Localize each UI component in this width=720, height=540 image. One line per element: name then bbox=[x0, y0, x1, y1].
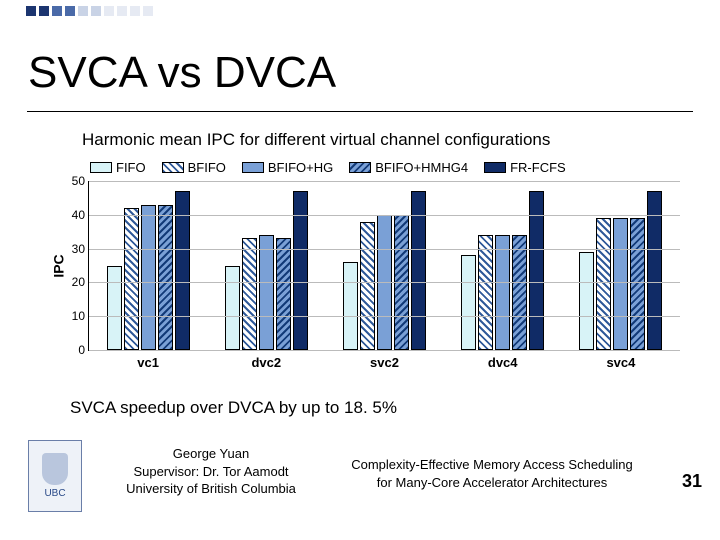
legend-swatch bbox=[484, 162, 506, 173]
bar bbox=[630, 218, 645, 350]
legend-swatch bbox=[90, 162, 112, 173]
plot-area: IPC vc1dvc2svc2dvc4svc4 01020304050 bbox=[88, 181, 680, 351]
legend-swatch bbox=[162, 162, 184, 173]
deco-squares bbox=[26, 6, 153, 16]
bar-group: vc1 bbox=[89, 181, 207, 350]
chart: FIFO BFIFO BFIFO+HG BFIFO+HMHG4 FR-FCFS IPC … bbox=[40, 160, 680, 351]
slide-title: SVCA vs DVCA bbox=[28, 48, 336, 98]
footer-author-block: George Yuan Supervisor: Dr. Tor Aamodt U… bbox=[116, 445, 306, 498]
legend-swatch bbox=[242, 162, 264, 173]
bar-group: dvc2 bbox=[207, 181, 325, 350]
legend-label: BFIFO+HMHG4 bbox=[375, 160, 468, 175]
gridline bbox=[89, 350, 680, 351]
legend-label: FR-FCFS bbox=[510, 160, 566, 175]
bar-group: svc4 bbox=[562, 181, 680, 350]
footer-talk-title: Complexity-Effective Memory Access Sched… bbox=[322, 456, 662, 491]
institution-line: University of British Columbia bbox=[116, 480, 306, 498]
gridline bbox=[89, 316, 680, 317]
talk-title-line-2: for Many-Core Accelerator Architectures bbox=[322, 474, 662, 492]
y-axis-label: IPC bbox=[51, 254, 67, 277]
category-label: svc4 bbox=[562, 355, 680, 370]
chart-caption: Harmonic mean IPC for different virtual … bbox=[82, 130, 550, 150]
legend-item: BFIFO bbox=[162, 160, 226, 175]
legend: FIFO BFIFO BFIFO+HG BFIFO+HMHG4 FR-FCFS bbox=[90, 160, 680, 175]
bar bbox=[124, 208, 139, 350]
y-tick-label: 20 bbox=[59, 275, 85, 289]
legend-item: BFIFO+HG bbox=[242, 160, 333, 175]
y-tick-label: 10 bbox=[59, 309, 85, 323]
bar bbox=[141, 205, 156, 350]
category-label: dvc2 bbox=[207, 355, 325, 370]
logo-text: UBC bbox=[44, 488, 65, 499]
bar bbox=[360, 222, 375, 350]
gridline bbox=[89, 215, 680, 216]
page-number: 31 bbox=[682, 471, 702, 492]
author-name: George Yuan bbox=[116, 445, 306, 463]
bar bbox=[613, 218, 628, 350]
legend-label: FIFO bbox=[116, 160, 146, 175]
category-label: svc2 bbox=[325, 355, 443, 370]
bar bbox=[242, 238, 257, 350]
bar bbox=[478, 235, 493, 350]
bar-group: svc2 bbox=[325, 181, 443, 350]
legend-swatch bbox=[349, 162, 371, 173]
bar bbox=[512, 235, 527, 350]
crest-icon bbox=[42, 453, 68, 485]
legend-label: BFIFO+HG bbox=[268, 160, 333, 175]
ubc-logo: UBC bbox=[28, 440, 82, 512]
bar bbox=[158, 205, 173, 350]
category-label: vc1 bbox=[89, 355, 207, 370]
gridline bbox=[89, 282, 680, 283]
supervisor-line: Supervisor: Dr. Tor Aamodt bbox=[116, 463, 306, 481]
bar bbox=[259, 235, 274, 350]
title-underline bbox=[27, 111, 693, 112]
y-tick-label: 30 bbox=[59, 242, 85, 256]
gridline bbox=[89, 249, 680, 250]
bar-group: dvc4 bbox=[444, 181, 562, 350]
bar bbox=[461, 255, 476, 350]
bar bbox=[495, 235, 510, 350]
y-tick-label: 0 bbox=[59, 343, 85, 357]
bar bbox=[343, 262, 358, 350]
gridline bbox=[89, 181, 680, 182]
category-label: dvc4 bbox=[444, 355, 562, 370]
legend-item: FR-FCFS bbox=[484, 160, 566, 175]
talk-title-line-1: Complexity-Effective Memory Access Sched… bbox=[322, 456, 662, 474]
bar-groups: vc1dvc2svc2dvc4svc4 bbox=[89, 181, 680, 350]
bar bbox=[276, 238, 291, 350]
y-tick-label: 40 bbox=[59, 208, 85, 222]
legend-label: BFIFO bbox=[188, 160, 226, 175]
legend-item: FIFO bbox=[90, 160, 146, 175]
bar bbox=[596, 218, 611, 350]
bar bbox=[225, 266, 240, 351]
conclusion-text: SVCA speedup over DVCA by up to 18. 5% bbox=[70, 398, 397, 418]
legend-item: BFIFO+HMHG4 bbox=[349, 160, 468, 175]
y-tick-label: 50 bbox=[59, 174, 85, 188]
bar bbox=[579, 252, 594, 350]
bar bbox=[107, 266, 122, 351]
